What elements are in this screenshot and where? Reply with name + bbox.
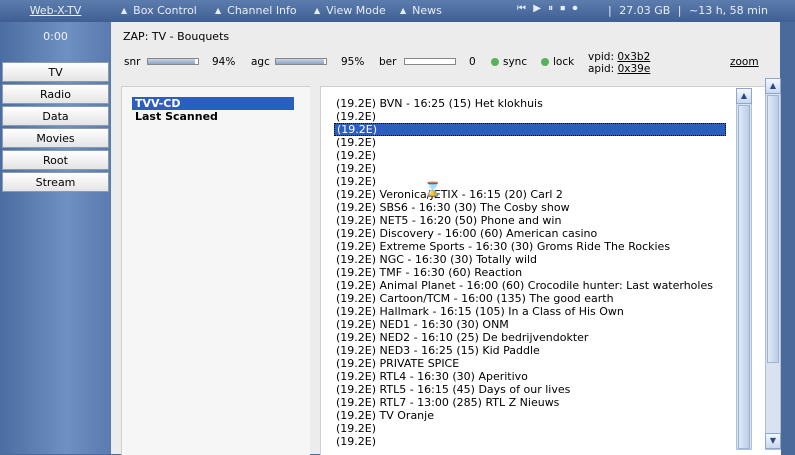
channel-item[interactable]: (19.2E) NED1 - 16:30 (30) ONM (334, 318, 726, 331)
channel-item[interactable]: (19.2E) (334, 162, 726, 175)
vpid-readout: vpid: 0x3b2 (588, 51, 650, 63)
snr-bar-fill (148, 59, 195, 64)
channel-item[interactable]: (19.2E) Animal Planet - 16:00 (60) Croco… (334, 279, 726, 292)
channel-item[interactable]: (19.2E) Veronica/JETIX - 16:15 (20) Carl… (334, 188, 726, 201)
channel-item[interactable]: (19.2E) (334, 149, 726, 162)
app-title-link[interactable]: Web-X-TV (0, 4, 111, 17)
snr-bar (147, 58, 199, 65)
scroll-thumb[interactable] (767, 95, 779, 363)
channel-item[interactable]: (19.2E) (334, 136, 726, 149)
channel-item[interactable]: (19.2E) Cartoon/TCM - 16:00 (135) The go… (334, 292, 726, 305)
channel-item[interactable]: (19.2E) (334, 422, 726, 435)
channel-item[interactable]: (19.2E) SBS6 - 16:30 (30) The Cosby show (334, 201, 726, 214)
channel-list: (19.2E) BVN - 16:25 (15) Het klokhuis (19… (320, 86, 781, 455)
lock-label: lock (553, 56, 575, 68)
channel-items: (19.2E) BVN - 16:25 (15) Het klokhuis (19… (334, 97, 726, 448)
menu-news[interactable]: ▲ News (400, 4, 442, 17)
scroll-thumb[interactable] (738, 105, 750, 449)
bouquet-item[interactable]: Last Scanned (132, 110, 294, 123)
top-bar: Web-X-TV ▲ Box Control ▲ Channel Info ▲ Vie… (0, 0, 795, 22)
channel-item[interactable]: (19.2E) TV Oranje (334, 409, 726, 422)
menu-channel-info[interactable]: ▲ Channel Info (215, 4, 297, 17)
sidebar-item-movies[interactable]: Movies (2, 128, 109, 148)
menu-label: News (412, 4, 442, 17)
sidebar-item-data[interactable]: Data (2, 106, 109, 126)
channel-item[interactable]: (19.2E) (334, 435, 726, 448)
bouquet-list: TVV-CD Last Scanned (121, 86, 310, 455)
apid-link[interactable]: 0x39e (618, 63, 651, 75)
apid-label: apid: (588, 63, 615, 75)
channel-item[interactable]: (19.2E) RTL4 - 16:30 (30) Aperitivo (334, 370, 726, 383)
channel-item[interactable]: (19.2E) NET5 - 16:20 (50) Phone and win (334, 214, 726, 227)
channel-item[interactable]: (19.2E) BVN - 16:25 (15) Het klokhuis (334, 97, 726, 110)
menu-label: View Mode (326, 4, 386, 17)
sidebar-item-root[interactable]: Root (2, 150, 109, 170)
scroll-up-icon[interactable]: ▲ (736, 88, 752, 104)
record-icon[interactable]: ⏺ (572, 3, 579, 14)
sidebar-item-tv[interactable]: TV (2, 62, 109, 82)
recording-stats: | 27.03 GB | ~13 h, 58 min (604, 4, 768, 17)
pause-icon[interactable]: ⏸ (548, 3, 555, 14)
sidebar: 0:00 TV Radio Data Movies Root Stream (0, 22, 111, 454)
play-icon[interactable]: ▶ (533, 3, 543, 14)
lock-status-icon (541, 58, 549, 66)
channel-list-scrollbar[interactable]: ▲ (736, 88, 752, 450)
channel-item[interactable]: (19.2E) PRIVATE SPICE (334, 357, 726, 370)
rewind-icon[interactable]: ⏮ (517, 3, 528, 14)
ber-value: 0 (469, 56, 476, 68)
stop-icon[interactable]: ⏹ (560, 3, 567, 14)
page-scrollbar[interactable]: ▲ ▼ (765, 78, 781, 450)
channel-item[interactable]: (19.2E) (334, 175, 726, 188)
menu-view-mode[interactable]: ▲ View Mode (314, 4, 386, 17)
channel-item[interactable]: (19.2E) Hallmark - 16:15 (105) In a Clas… (334, 305, 726, 318)
menu-box-control[interactable]: ▲ Box Control (121, 4, 197, 17)
scroll-down-icon[interactable]: ▼ (765, 433, 781, 449)
channel-item[interactable]: (19.2E) TMF - 16:30 (60) Reaction (334, 266, 726, 279)
agc-bar (275, 58, 327, 65)
channel-item[interactable]: (19.2E) NED3 - 16:25 (15) Kid Paddle (334, 344, 726, 357)
menu-label: Box Control (133, 4, 197, 17)
sync-status-icon (491, 58, 499, 66)
bouquet-item[interactable]: TVV-CD (132, 97, 294, 110)
channel-item[interactable]: (19.2E) (334, 123, 726, 136)
channel-item[interactable]: (19.2E) (334, 110, 726, 123)
channel-item[interactable]: (19.2E) RTL5 - 16:15 (45) Days of our li… (334, 383, 726, 396)
remaining-time: ~13 h, 58 min (689, 4, 768, 17)
page-title: ZAP: TV - Bouquets (123, 30, 230, 43)
sync-label: sync (503, 56, 528, 68)
triangle-up-icon: ▲ (314, 6, 321, 15)
stats-divider: | (608, 4, 612, 17)
channel-item[interactable]: (19.2E) RTL7 - 13:00 (285) RTL Z Nieuws (334, 396, 726, 409)
zoom-link[interactable]: zoom (730, 56, 759, 68)
apid-readout: apid: 0x39e (588, 63, 650, 75)
channel-item[interactable]: (19.2E) Discovery - 16:00 (60) American … (334, 227, 726, 240)
agc-label: agc (251, 56, 270, 68)
snr-label: snr (124, 56, 141, 68)
agc-value: 95% (341, 56, 365, 68)
vpid-label: vpid: (588, 51, 614, 63)
channel-item[interactable]: (19.2E) Extreme Sports - 16:30 (30) Grom… (334, 240, 726, 253)
triangle-up-icon: ▲ (215, 6, 222, 15)
sidebar-item-stream[interactable]: Stream (2, 172, 109, 192)
playback-controls: ⏮ ▶ ⏸ ⏹ ⏺ (517, 3, 579, 14)
stats-divider: | (677, 4, 682, 17)
channel-item[interactable]: (19.2E) NGC - 16:30 (30) Totally wild (334, 253, 726, 266)
hourglass-icon: ⌛ (424, 182, 442, 198)
triangle-up-icon: ▲ (400, 6, 407, 15)
menu-label: Channel Info (227, 4, 297, 17)
agc-bar-fill (276, 59, 324, 64)
main-panel: ZAP: TV - Bouquets snr 94% agc 95% ber 0… (111, 22, 781, 455)
scroll-up-icon[interactable]: ▲ (765, 78, 781, 94)
timer: 0:00 (43, 30, 68, 43)
sidebar-item-radio[interactable]: Radio (2, 84, 109, 104)
channel-item[interactable]: (19.2E) NED2 - 16:10 (25) De bedrijvendo… (334, 331, 726, 344)
ber-label: ber (379, 56, 397, 68)
vpid-link[interactable]: 0x3b2 (617, 51, 650, 63)
snr-value: 94% (212, 56, 236, 68)
free-space: 27.03 GB (619, 4, 671, 17)
ber-bar (404, 58, 456, 65)
triangle-up-icon: ▲ (121, 6, 128, 15)
